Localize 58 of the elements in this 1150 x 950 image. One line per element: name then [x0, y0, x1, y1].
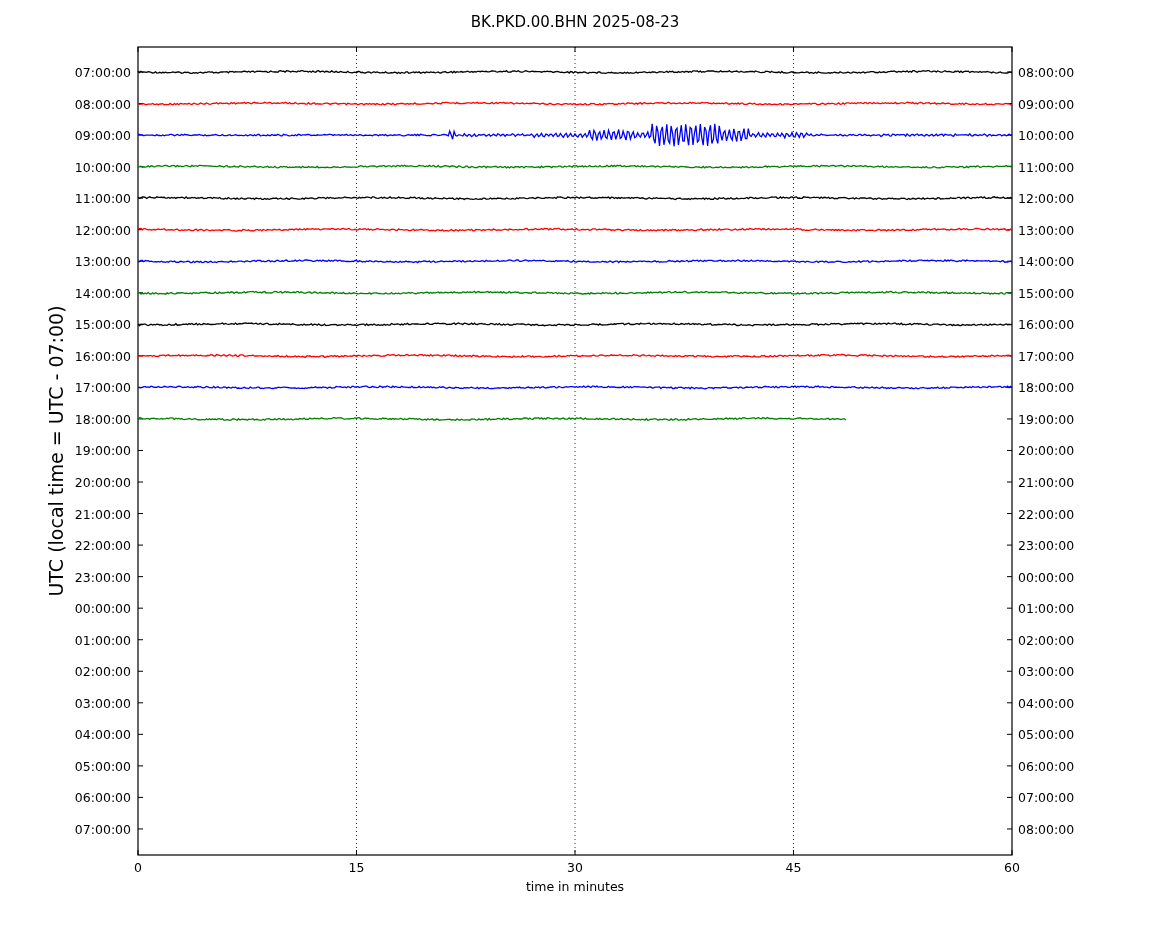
y-tick-label: 15:00:00	[74, 317, 131, 333]
y-tick-label: 13:00:00	[74, 254, 131, 270]
y-tick-label: 14:00:00	[1018, 254, 1075, 270]
y-tick-label: 20:00:00	[74, 475, 131, 490]
y-tick-label: 08:00:00	[1018, 65, 1075, 80]
y-tick-label: 11:00:00	[1018, 159, 1075, 175]
y-tick-label: 18:00:00	[1018, 380, 1075, 396]
y-tick-label: 08:00:00	[1018, 821, 1075, 837]
x-tick-label: 15	[348, 860, 365, 875]
y-axis-label: UTC (local time = UTC - 07:00)	[45, 305, 67, 597]
y-tick-label: 09:00:00	[1018, 96, 1075, 112]
y-tick-label: 10:00:00	[1018, 128, 1075, 144]
y-tick-label: 16:00:00	[74, 348, 131, 364]
y-tick-label: 02:00:00	[1018, 632, 1075, 648]
y-tick-label: 21:00:00	[74, 506, 131, 522]
y-tick-label: 17:00:00	[1018, 348, 1075, 364]
x-tick-label: 45	[785, 860, 802, 875]
x-tick-label: 0	[134, 860, 142, 875]
y-tick-label: 00:00:00	[1018, 569, 1075, 585]
y-tick-label: 23:00:00	[74, 569, 131, 585]
y-tick-label: 02:00:00	[74, 664, 131, 680]
x-tick-label: 30	[567, 860, 583, 875]
y-tick-label: 08:00:00	[74, 96, 131, 112]
y-tick-label: 16:00:00	[1018, 317, 1075, 333]
y-tick-label: 23:00:00	[1018, 538, 1075, 554]
y-tick-label: 05:00:00	[74, 758, 131, 774]
y-tick-label: 05:00:00	[1018, 727, 1075, 743]
y-tick-label: 03:00:00	[74, 695, 131, 711]
x-tick-label: 60	[1004, 860, 1020, 875]
y-tick-label: 12:00:00	[1018, 191, 1075, 207]
y-tick-label: 09:00:00	[74, 128, 131, 144]
y-tick-label: 13:00:00	[1018, 222, 1075, 238]
x-axis-label: time in minutes	[525, 879, 625, 894]
y-tick-label: 00:00:00	[74, 601, 131, 617]
y-tick-label: 17:00:00	[74, 380, 131, 396]
y-tick-label: 15:00:00	[1018, 285, 1075, 301]
y-tick-label: 10:00:00	[74, 159, 131, 175]
y-tick-label: 11:00:00	[74, 191, 131, 207]
y-tick-label: 07:00:00	[74, 65, 131, 80]
y-tick-label: 18:00:00	[74, 411, 131, 427]
y-tick-label: 20:00:00	[1018, 443, 1075, 459]
y-tick-label: 06:00:00	[74, 790, 131, 806]
y-tick-label: 06:00:00	[1018, 758, 1075, 774]
y-tick-label: 12:00:00	[74, 222, 131, 238]
y-tick-label: 07:00:00	[1018, 790, 1075, 806]
y-tick-label: 21:00:00	[1018, 475, 1075, 490]
y-tick-label: 07:00:00	[74, 821, 131, 837]
y-tick-label: 19:00:00	[1018, 411, 1075, 427]
y-tick-label: 04:00:00	[1018, 695, 1075, 711]
y-tick-label: 14:00:00	[74, 285, 131, 301]
y-tick-label: 22:00:00	[74, 538, 131, 554]
y-tick-label: 01:00:00	[74, 632, 131, 648]
y-tick-label: 03:00:00	[1018, 664, 1075, 680]
y-tick-label: 22:00:00	[1018, 506, 1075, 522]
chart-title: BK.PKD.00.BHN 2025-08-23	[470, 13, 680, 31]
y-tick-label: 19:00:00	[74, 443, 131, 459]
y-tick-label: 04:00:00	[74, 727, 131, 743]
y-tick-label: 01:00:00	[1018, 601, 1075, 617]
